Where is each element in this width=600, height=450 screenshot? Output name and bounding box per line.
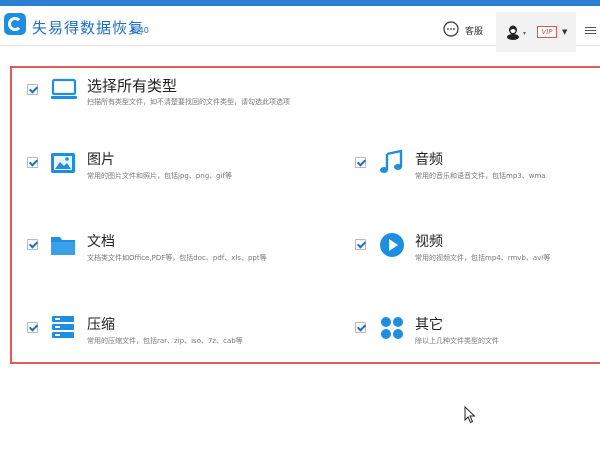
option-label-document: 文档 — [87, 234, 115, 250]
checkbox-document[interactable] — [27, 239, 38, 250]
support-button[interactable]: 客服 — [465, 24, 483, 37]
checkbox-all-types[interactable] — [27, 84, 38, 95]
option-label-compressed: 压缩 — [87, 317, 115, 333]
app-version: 6.40 — [131, 26, 149, 35]
option-desc-compressed: 常用的压缩文件，包括rar、zip、iso、7z、cab等 — [87, 337, 243, 345]
option-desc-video: 常用的视频文件，包括mp4、rmvb、avi等 — [415, 254, 551, 262]
app-logo-icon — [4, 13, 26, 35]
option-label-other: 其它 — [415, 317, 443, 333]
music-note-icon — [380, 149, 403, 173]
folder-icon — [51, 237, 75, 255]
title-bar: 失易得数据恢复 6.40 客服 ▾ VIP ▼ — [0, 6, 600, 52]
vip-badge[interactable]: VIP — [537, 26, 557, 38]
option-desc-all: 扫描所有类型文件，如不清楚要找回的文件类型，请勾选此项选项 — [87, 98, 290, 106]
mouse-cursor-icon — [464, 406, 476, 424]
support-chat-icon[interactable] — [443, 21, 459, 37]
checkbox-image[interactable] — [27, 157, 38, 168]
play-video-icon — [380, 233, 404, 257]
archive-icon — [52, 316, 74, 338]
option-label-image: 图片 — [87, 152, 115, 168]
grid-apps-icon — [381, 317, 403, 339]
option-label-audio: 音频 — [415, 152, 443, 168]
account-area: ▾ VIP ▼ — [496, 12, 576, 52]
option-desc-audio: 常用的音乐和语音文件，包括mp3、wma — [415, 172, 546, 180]
checkbox-audio[interactable] — [355, 157, 366, 168]
image-icon — [51, 153, 75, 173]
main-menu-icon[interactable] — [585, 27, 596, 35]
option-desc-other: 除以上几种文件类型的文件 — [415, 337, 499, 345]
checkbox-compressed[interactable] — [27, 322, 38, 333]
vip-dropdown-icon[interactable]: ▼ — [562, 28, 567, 36]
app-title: 失易得数据恢复 — [32, 19, 145, 37]
option-desc-document: 文档类文件如Office,PDF等，包括doc、pdf、xls、ppt等 — [87, 254, 267, 262]
user-avatar-icon[interactable] — [506, 25, 520, 40]
checkbox-other[interactable] — [355, 322, 366, 333]
option-label-video: 视频 — [415, 234, 443, 250]
user-dropdown-icon[interactable]: ▾ — [523, 30, 526, 37]
computer-icon — [51, 78, 77, 99]
checkbox-video[interactable] — [355, 239, 366, 250]
option-desc-image: 常用的图片文件和照片，包括jpg、png、gif等 — [87, 172, 233, 180]
option-label-all: 选择所有类型 — [87, 77, 178, 95]
